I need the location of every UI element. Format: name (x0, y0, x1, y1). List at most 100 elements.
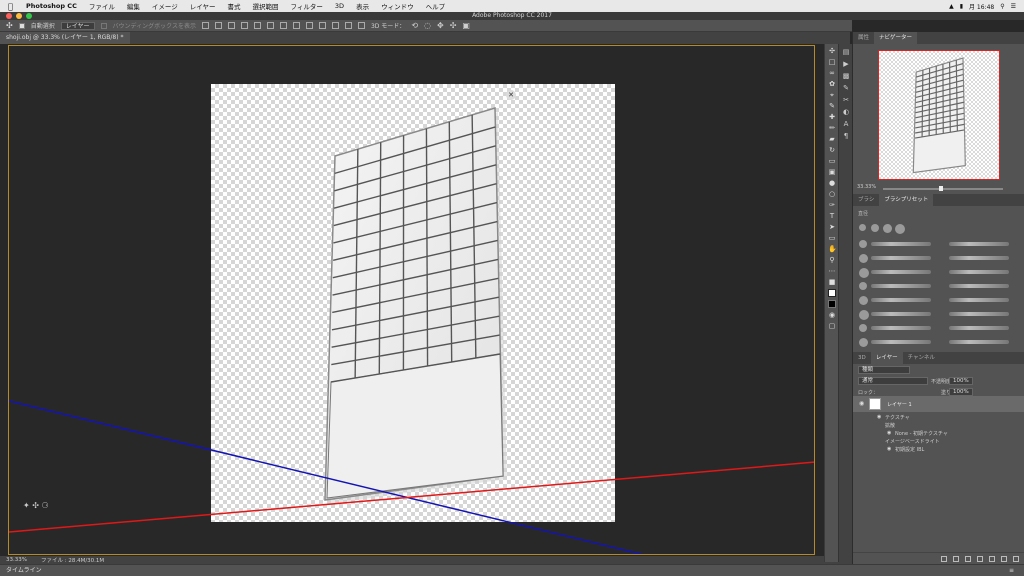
align-right-icon[interactable] (266, 22, 274, 29)
brush-preset-stroke[interactable] (949, 340, 1009, 344)
apple-icon[interactable]:  (8, 2, 18, 11)
character-panel-icon[interactable]: A (842, 120, 850, 128)
align-left-icon[interactable] (240, 22, 248, 29)
status-zoom[interactable]: 33.33% (6, 557, 27, 563)
type-tool-icon[interactable]: T (828, 212, 836, 220)
eyedropper-tool-icon[interactable]: ✎ (828, 102, 836, 110)
menu-select[interactable]: 選択範囲 (253, 1, 279, 11)
menu-view[interactable]: 表示 (356, 1, 369, 11)
brush-preset-dot[interactable] (859, 224, 866, 231)
brush-preset-dot[interactable] (859, 296, 868, 305)
tool-presets-icon[interactable]: ✎ (842, 84, 850, 92)
adjustments-panel-icon[interactable]: ◐ (842, 108, 850, 116)
healing-tool-icon[interactable]: ✚ (828, 113, 836, 121)
brush-preset-dot[interactable] (859, 282, 867, 290)
status-file-size[interactable]: ファイル : 28.4M/30.1M (41, 556, 104, 564)
menu-image[interactable]: イメージ (152, 1, 178, 11)
distribute-left-icon[interactable] (318, 22, 326, 29)
navigator-zoom-slider[interactable] (883, 186, 1003, 191)
brush-preset-dot[interactable] (859, 268, 869, 278)
screen-mode-icon[interactable]: ▢ (828, 322, 836, 330)
distribute-center-icon[interactable] (331, 22, 339, 29)
menu-3d[interactable]: 3D (335, 2, 344, 10)
tab-navigator[interactable]: ナビゲーター (874, 32, 918, 44)
app-menu[interactable]: Photoshop CC (26, 2, 77, 10)
wifi-icon[interactable]: ▲ (949, 3, 954, 10)
tab-layers[interactable]: レイヤー (870, 352, 903, 364)
brush-preset-dot[interactable] (883, 224, 892, 233)
move-tool-icon[interactable]: ✣ (828, 47, 836, 55)
stamp-tool-icon[interactable]: ▰ (828, 135, 836, 143)
diffuse-eye-icon[interactable]: ◉ (887, 430, 891, 436)
brush-preset-dot[interactable] (859, 240, 867, 248)
ibl-name[interactable]: 初期設定 IBL (895, 446, 924, 453)
adjustment-layer-icon[interactable] (977, 555, 983, 562)
brush-preset-dot[interactable] (871, 224, 879, 232)
swatches-panel-icon[interactable]: ▩ (842, 72, 850, 80)
menu-filter[interactable]: フィルター (291, 1, 323, 11)
lasso-tool-icon[interactable]: ∞ (828, 69, 836, 77)
shape-tool-icon[interactable]: ▭ (828, 234, 836, 242)
brush-preset-stroke[interactable] (949, 312, 1009, 316)
auto-align-icon[interactable] (357, 22, 365, 29)
pen-tool-icon[interactable]: ✑ (828, 201, 836, 209)
3d-roll-icon[interactable]: ◌ (424, 21, 431, 30)
texture-name[interactable]: None - 初期テクスチャ (895, 430, 948, 437)
crop-tool-icon[interactable]: ⌖ (828, 91, 836, 99)
brush-preset-stroke[interactable] (949, 326, 1009, 330)
tab-properties[interactable]: 属性 (853, 32, 874, 44)
tab-brush-presets[interactable]: ブラシプリセット (879, 194, 934, 206)
menu-icon[interactable]: ☰ (1011, 3, 1016, 10)
align-center-icon[interactable] (253, 22, 261, 29)
timeline-panel[interactable]: タイムライン ≡ (0, 564, 1024, 576)
brush-preset-stroke[interactable] (871, 270, 931, 274)
default-colors-icon[interactable]: ■ (828, 278, 836, 286)
navigator-zoom[interactable]: 33.33% (857, 184, 876, 190)
layer-row[interactable]: ◉ レイヤー 1 (853, 396, 1024, 412)
eye-icon[interactable]: ◉ (859, 400, 864, 407)
brush-tool-icon[interactable]: ✏ (828, 124, 836, 132)
menu-help[interactable]: ヘルプ (426, 1, 446, 11)
background-color-swatch[interactable] (828, 300, 836, 308)
search-icon[interactable]: ⚲ (1000, 3, 1004, 10)
menu-type[interactable]: 書式 (228, 1, 241, 11)
menu-layer[interactable]: レイヤー (190, 1, 216, 11)
paragraph-panel-icon[interactable]: ¶ (842, 132, 850, 140)
align-middle-icon[interactable] (214, 22, 222, 29)
brush-preset-stroke[interactable] (871, 340, 931, 344)
brush-preset-stroke[interactable] (871, 242, 931, 246)
layer-style-icon[interactable] (953, 555, 959, 562)
brush-preset-stroke[interactable] (949, 284, 1009, 288)
zoom-tool-icon[interactable]: ⚲ (828, 256, 836, 264)
menu-window[interactable]: ウィンドウ (381, 1, 414, 11)
brush-preset-stroke[interactable] (949, 256, 1009, 260)
clock[interactable]: 月 16:48 (969, 2, 994, 11)
brush-preset-stroke[interactable] (871, 312, 931, 316)
quick-select-tool-icon[interactable]: ✿ (828, 80, 836, 88)
tab-channels[interactable]: チャンネル (903, 352, 940, 364)
brush-preset-dot[interactable] (859, 254, 868, 263)
align-top-icon[interactable] (201, 22, 209, 29)
fill-input[interactable]: 100% (949, 388, 973, 396)
foreground-color-swatch[interactable] (828, 289, 836, 297)
delete-layer-icon[interactable] (1013, 555, 1019, 562)
tab-3d[interactable]: 3D (853, 352, 871, 364)
history-brush-tool-icon[interactable]: ↻ (828, 146, 836, 154)
opacity-input[interactable]: 100% (949, 377, 973, 385)
distribute-top-icon[interactable] (279, 22, 287, 29)
brush-preset-stroke[interactable] (871, 284, 931, 288)
marquee-tool-icon[interactable]: □ (828, 58, 836, 66)
battery-icon[interactable]: ▮ (960, 3, 963, 10)
brush-preset-stroke[interactable] (871, 326, 931, 330)
layer-thumbnail[interactable] (869, 398, 881, 410)
new-layer-icon[interactable] (1001, 555, 1007, 562)
hand-tool-icon[interactable]: ✋ (828, 245, 837, 253)
auto-select-checkbox[interactable] (18, 22, 25, 29)
link-layers-icon[interactable] (941, 555, 947, 562)
distribute-middle-icon[interactable] (292, 22, 300, 29)
blur-tool-icon[interactable]: ● (828, 179, 836, 187)
bounding-box-checkbox[interactable] (100, 22, 107, 29)
texture-eye-icon[interactable]: ◉ (877, 414, 881, 420)
distribute-right-icon[interactable] (344, 22, 352, 29)
document-tab[interactable]: shoji.obj @ 33.3% (レイヤー 1, RGB/8) * (0, 32, 130, 44)
